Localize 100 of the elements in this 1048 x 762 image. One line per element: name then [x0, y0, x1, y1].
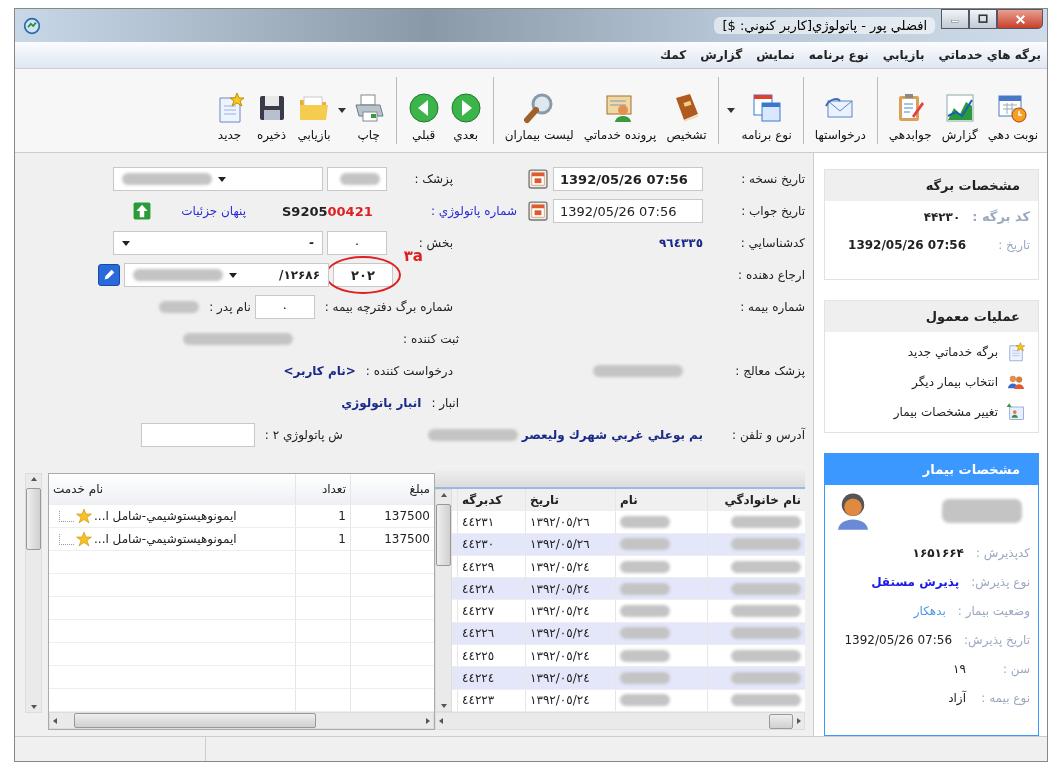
table-cell: ١٣٩٢/٠٥/٢٦: [525, 533, 615, 555]
field-label: ش پاتولوژي ۲ :: [264, 428, 343, 442]
text-field[interactable]: ۰: [327, 231, 387, 255]
field-label: درخواست كننده :: [365, 364, 453, 378]
table-cell: ١٣٩٢/٠٥/٢٤: [525, 555, 615, 578]
redaction-mark: [620, 582, 670, 595]
id-card-icon: [1006, 402, 1026, 422]
toolbar-button[interactable]: چاپ: [347, 73, 390, 148]
column-header[interactable]: تعداد: [295, 474, 350, 504]
menu-item[interactable]: برگه هاي خدماتي: [938, 48, 1041, 62]
maximize-icon: [978, 14, 988, 24]
column-header[interactable]: تاريخ: [525, 489, 615, 511]
menu-item[interactable]: كمك: [660, 48, 687, 62]
window-title: افضلي پور - پاتولوژي[كاربر كنوني: $]: [714, 17, 935, 34]
table-cell: ١٣٩٢/٠٥/٢٤: [525, 622, 615, 645]
field-value: بدهكار: [913, 604, 946, 618]
table-cell: 137500: [350, 505, 434, 527]
table-cell: ١٣٩٢/٠٥/٢٤: [525, 667, 615, 689]
calendar-icon: [527, 168, 549, 190]
field-value: ۱۹: [953, 662, 966, 676]
toolbar-button[interactable]: ليست بيماران: [499, 73, 579, 148]
toolbar-button[interactable]: جديد: [208, 73, 251, 148]
menu-item[interactable]: نمايش: [756, 48, 795, 62]
scrollbar[interactable]: [49, 712, 434, 729]
toolbar-button[interactable]: نوع برنامه: [736, 73, 797, 148]
dropdown-arrow[interactable]: [337, 108, 346, 113]
table-cell: ٤٤٢٢٩: [457, 555, 525, 578]
dropdown-arrow[interactable]: [726, 108, 735, 113]
scrollbar[interactable]: [25, 473, 42, 713]
menu-item[interactable]: نوع برنامه: [808, 48, 869, 62]
column-header[interactable]: مبلغ: [350, 474, 434, 504]
toolbar-button[interactable]: نوبت دهي: [982, 73, 1043, 148]
redaction-mark: [620, 627, 670, 640]
hide-details-link[interactable]: پنهان جزئيات: [181, 204, 246, 218]
dropdown-field[interactable]: [113, 167, 323, 191]
table-cell: 1: [295, 528, 350, 550]
date-field[interactable]: 1392/05/26 07:56: [553, 167, 703, 191]
close-button[interactable]: [997, 9, 1043, 29]
redaction-mark: [731, 627, 801, 640]
field-label: بخش :: [417, 236, 453, 250]
scrollbar[interactable]: [435, 489, 452, 712]
field-value: ٩٦٤٣٣٥: [659, 236, 703, 250]
action-link[interactable]: برگه خدماتي جديد: [837, 342, 1026, 362]
field-label: تاريخ :: [997, 238, 1030, 252]
pathology-number-link[interactable]: شماره پاتولوژي :: [431, 204, 517, 218]
dropdown-field[interactable]: -: [113, 231, 323, 255]
field-label: پزشک :: [413, 172, 453, 186]
action-link[interactable]: تغيير مشخصات بيمار: [837, 402, 1026, 422]
toolbar-button[interactable]: گزارش: [936, 73, 983, 148]
field-label: كدپذيرش :: [975, 546, 1030, 560]
column-header[interactable]: نام: [615, 489, 707, 511]
table-cell: ٤٤٢٣١: [457, 511, 525, 533]
toolbar-button[interactable]: بعدي: [444, 73, 487, 148]
panel-title: مشخصات بيمار: [825, 454, 1038, 485]
redaction-mark: [731, 538, 801, 551]
date-field[interactable]: 1392/05/26 07:56: [553, 199, 703, 223]
redaction-mark: [620, 649, 670, 662]
toolbar-button[interactable]: ذخيره: [250, 73, 293, 148]
column-header[interactable]: نام خانوادگي: [707, 489, 805, 511]
toolbar-button[interactable]: تشخيص: [661, 73, 712, 148]
toolbar-button[interactable]: بازيابي: [292, 73, 336, 148]
field-value: ۴۴۲۳۰: [923, 210, 961, 224]
toolbar-button[interactable]: جوابدهي: [883, 73, 937, 148]
text-field[interactable]: ۰: [254, 295, 315, 319]
table-cell: ١٣٩٢/٠٥/٢٤: [525, 600, 615, 622]
text-field[interactable]: ۲۰۲: [333, 263, 393, 287]
toolbar-button[interactable]: درخواستها: [809, 73, 871, 148]
table-cell: ايمونوهيستوشيمي-شامل ا...: [94, 509, 237, 523]
field-label: آدرس و تلفن :: [731, 428, 805, 442]
panel-title: مشخصات برگه: [825, 170, 1038, 201]
minimize-button[interactable]: [941, 9, 969, 29]
menu-item[interactable]: بازيابي: [882, 48, 925, 62]
column-header[interactable]: كدبرگه: [457, 489, 525, 511]
field-label: ثبت كننده :: [403, 332, 459, 346]
field-label: نوع بيمه :: [980, 691, 1030, 705]
table-cell: ٤٤٢٢٨: [457, 578, 525, 600]
star-icon: [76, 508, 92, 524]
arrow-up-icon: [133, 202, 152, 220]
field-label: كد برگه :: [972, 209, 1030, 224]
redaction-mark: [620, 605, 670, 618]
field-value: بم بوعلي غربي شهرك وليعصر: [521, 428, 703, 442]
toolbar-button[interactable]: پرونده خدماتي: [578, 73, 662, 148]
star-icon: [76, 531, 92, 547]
text-field[interactable]: [327, 167, 387, 191]
text-field[interactable]: [140, 423, 255, 447]
field-value: ۱۶۵۱۶۶۴: [912, 546, 964, 560]
action-link[interactable]: انتخاب بيمار ديگر: [837, 372, 1026, 392]
scrollbar[interactable]: [435, 712, 805, 730]
dropdown-field[interactable]: ۱۲۶۸۶/: [124, 263, 329, 287]
column-header[interactable]: نام خدمت: [49, 474, 295, 504]
arrow-right-icon: [449, 92, 482, 124]
toolbar-button[interactable]: قبلي: [402, 73, 445, 148]
edit-button[interactable]: [98, 264, 120, 286]
new-document-icon: [1006, 342, 1026, 362]
table-cell: ٤٤٢٢٣: [457, 689, 525, 711]
calendar-clock-icon: [996, 92, 1029, 124]
maximize-button[interactable]: [969, 9, 997, 29]
menu-item[interactable]: گزارش: [700, 48, 743, 62]
field-label: شماره بيمه :: [739, 300, 805, 314]
field-label: نوع پذيرش:: [971, 575, 1030, 589]
